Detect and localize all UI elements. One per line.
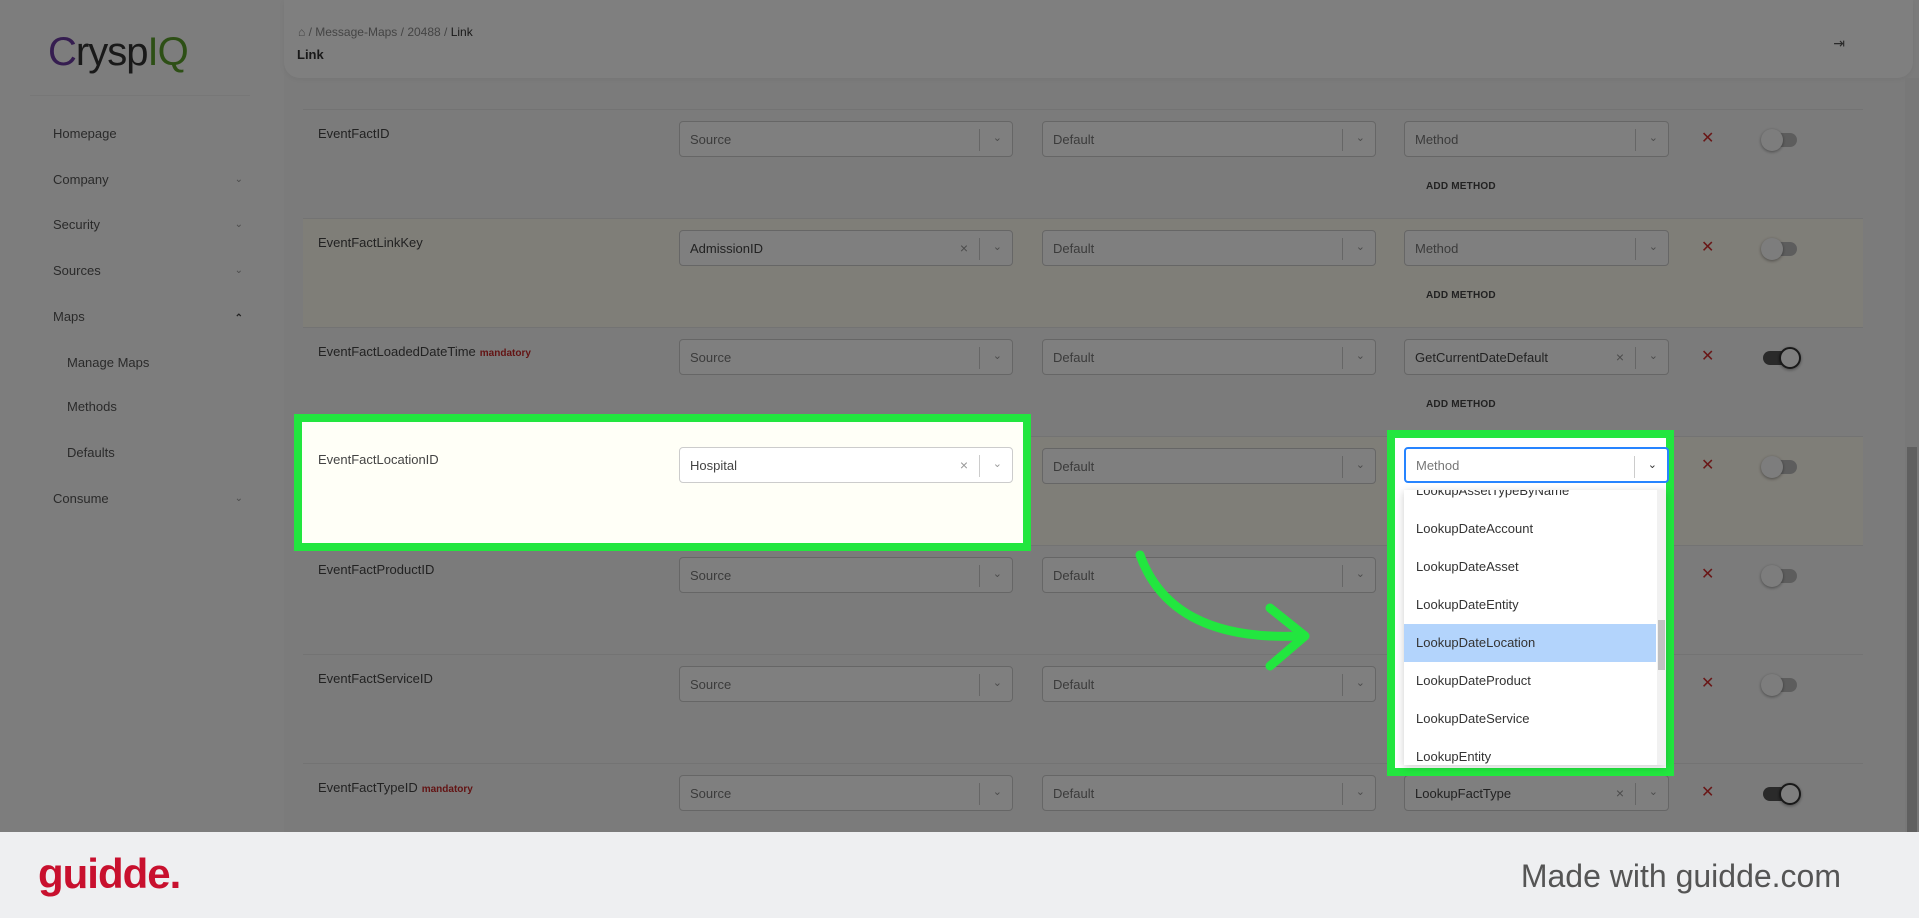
dropdown-option[interactable]: LookupAssetTypeByName [1404,490,1656,510]
footer: guidde. Made with guidde.com [0,832,1919,918]
made-with-text: Made with guidde.com [1520,858,1841,894]
dropdown-option[interactable]: LookupEntity [1404,738,1656,765]
dropdown-option[interactable]: LookupDateAsset [1404,548,1656,586]
dropdown-scrollbar-thumb[interactable] [1658,620,1665,670]
source-select[interactable]: Hospital × ⌄ [679,447,1013,483]
dropdown-option[interactable]: LookupDateEntity [1404,586,1656,624]
source-value: Hospital [690,458,737,473]
chevron-down-icon[interactable]: ⌄ [993,457,1002,470]
dropdown-option[interactable]: LookupDateService [1404,700,1656,738]
method-placeholder: Method [1416,458,1460,473]
arrow-annotation [1135,550,1310,671]
method-select[interactable]: Method ⌄ [1404,447,1669,483]
clear-icon[interactable]: × [960,457,968,473]
dropdown-option[interactable]: LookupDateAccount [1404,510,1656,548]
dropdown-option[interactable]: LookupDateLocation [1404,624,1656,662]
guidde-logo: guidde. [38,850,181,897]
field-label: EventFactLocationID [318,452,439,467]
chevron-down-icon[interactable]: ⌄ [1648,458,1657,471]
dropdown-option[interactable]: LookupDateProduct [1404,662,1656,700]
method-dropdown-list: LookupAssetTypeByName LookupDateAccount Lo… [1404,490,1666,765]
